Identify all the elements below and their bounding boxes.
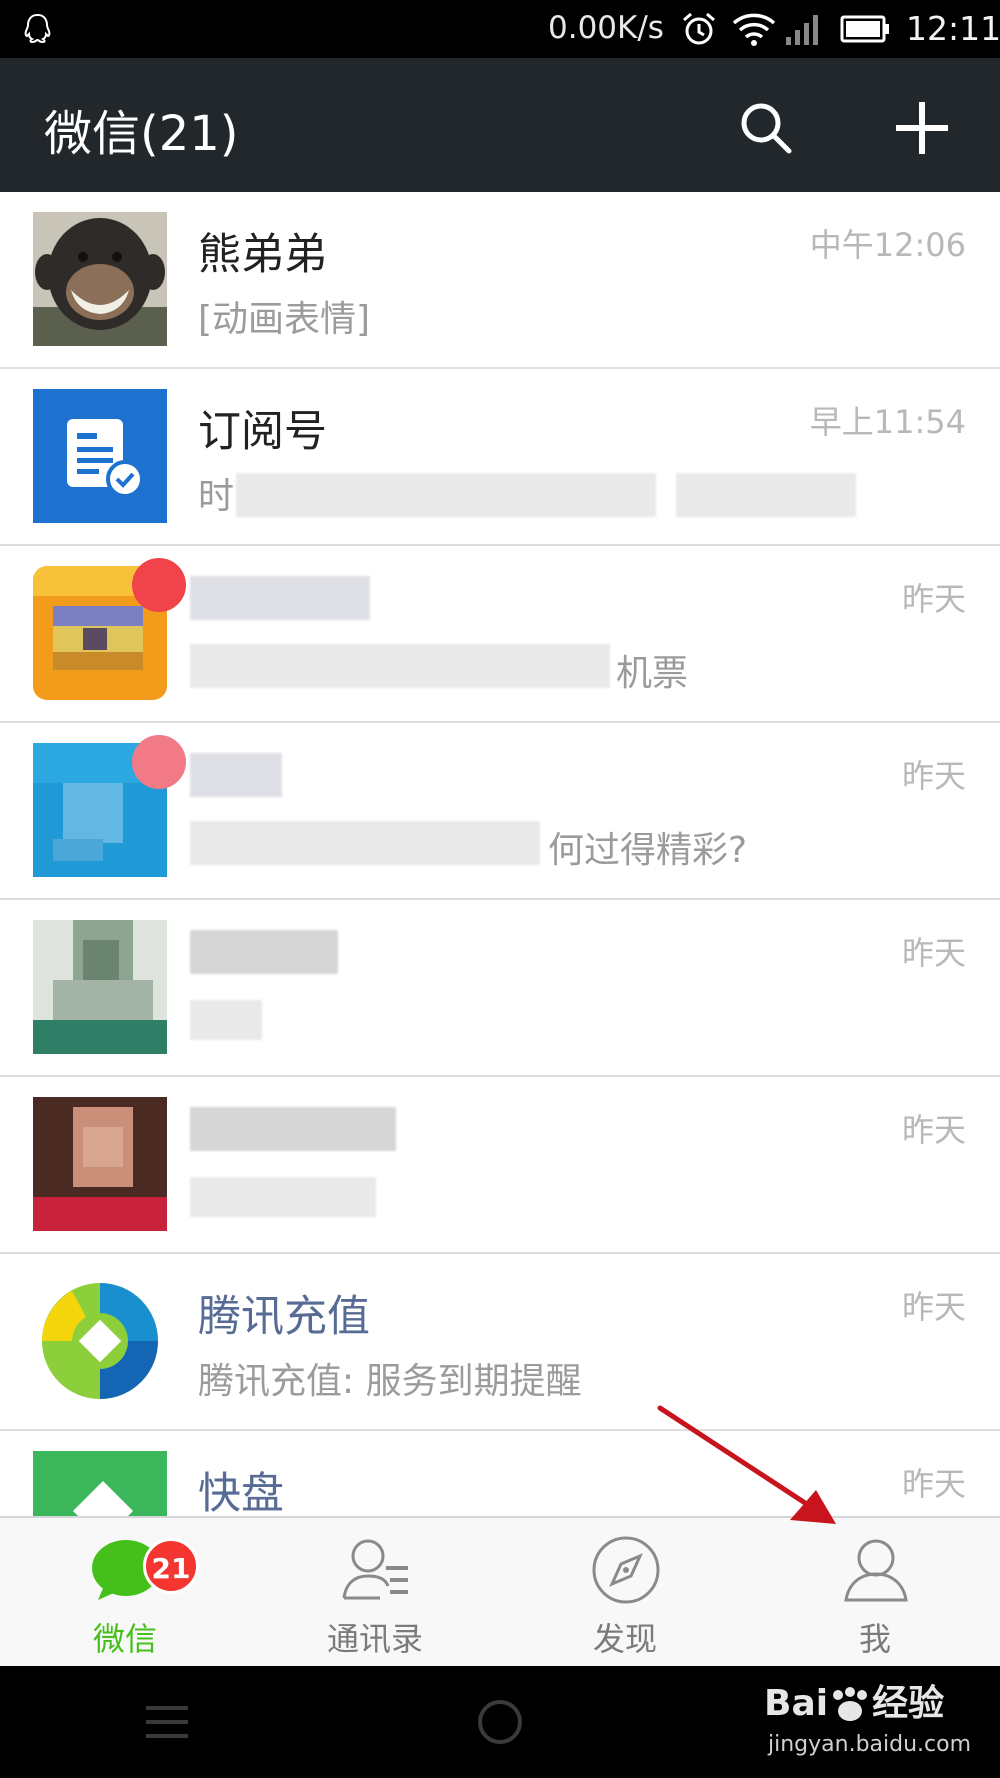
unread-dot xyxy=(132,735,186,789)
chat-item[interactable]: 何过得精彩? 昨天 xyxy=(0,723,1000,900)
chat-item[interactable]: 订阅号 时 早上11:54 xyxy=(0,369,1000,546)
chat-item[interactable]: 昨天 xyxy=(0,900,1000,1077)
paw-icon xyxy=(833,1687,868,1721)
chat-name: 订阅号 xyxy=(198,407,327,457)
redacted-text xyxy=(676,473,856,517)
tab-discover[interactable]: 发现 xyxy=(500,1518,750,1668)
chat-time: 昨天 xyxy=(901,1288,966,1326)
clock: 12:11 xyxy=(906,9,1000,48)
chat-preview: 腾讯充值: 服务到期提醒 xyxy=(198,1361,582,1402)
chat-preview: 何过得精彩? xyxy=(548,830,748,871)
tab-label: 通讯录 xyxy=(326,1620,423,1658)
qq-icon xyxy=(24,14,51,44)
kuaipan-logo xyxy=(33,1451,167,1516)
tab-me[interactable]: 我 xyxy=(750,1518,1000,1668)
watermark-url: jingyan.baidu.com xyxy=(768,1732,972,1757)
compass-icon xyxy=(592,1536,660,1604)
tab-wechat[interactable]: 21 微信 xyxy=(0,1518,250,1668)
subscription-icon xyxy=(33,389,167,523)
app-header: 微信(21) xyxy=(0,58,1000,192)
chat-item[interactable]: 快盘 昨天 xyxy=(0,1431,1000,1516)
chat-time: 昨天 xyxy=(901,1465,966,1503)
chat-time: 昨天 xyxy=(901,580,966,618)
chat-name: 快盘 xyxy=(198,1469,284,1516)
tencent-recharge-logo xyxy=(33,1274,167,1408)
chat-time: 早上11:54 xyxy=(809,403,966,441)
redacted-text xyxy=(190,1107,396,1151)
page-title: 微信(21) xyxy=(44,106,239,162)
chat-preview: 时 xyxy=(198,476,235,517)
plus-icon[interactable] xyxy=(892,98,952,158)
signal-icon xyxy=(786,15,818,45)
tab-label: 我 xyxy=(858,1620,891,1658)
tab-contacts[interactable]: 通讯录 xyxy=(250,1518,500,1668)
tab-label: 微信 xyxy=(92,1620,157,1658)
home-icon[interactable] xyxy=(478,1700,522,1744)
chat-item[interactable]: 机票 昨天 xyxy=(0,546,1000,723)
redacted-text xyxy=(190,644,610,688)
unread-dot xyxy=(132,558,186,612)
redacted-text xyxy=(190,1177,376,1217)
menu-icon[interactable] xyxy=(144,1702,190,1742)
tab-bar: 21 微信 通讯录 发现 我 xyxy=(0,1516,1000,1666)
contacts-icon xyxy=(342,1539,408,1600)
avatar xyxy=(33,212,167,346)
redacted-text xyxy=(190,753,282,797)
system-nav-bar: Bai 经验 jingyan.baidu.com xyxy=(0,1666,1000,1778)
redacted-text xyxy=(190,821,540,865)
unread-badge: 21 xyxy=(143,1538,199,1594)
redacted-text xyxy=(190,930,338,974)
tab-label: 发现 xyxy=(592,1620,657,1658)
chat-preview: [动画表情] xyxy=(198,299,371,340)
search-icon[interactable] xyxy=(738,100,794,156)
chat-name: 熊弟弟 xyxy=(198,230,327,280)
net-speed: 0.00K/s xyxy=(548,10,664,46)
chat-preview: 机票 xyxy=(616,653,689,694)
redacted-text xyxy=(236,473,656,517)
chat-item[interactable]: 昨天 xyxy=(0,1077,1000,1254)
battery-icon xyxy=(840,15,889,43)
status-bar: 0.00K/s 12:11 xyxy=(0,0,1000,58)
avatar xyxy=(33,1097,167,1231)
chat-name: 腾讯充值 xyxy=(198,1292,370,1342)
alarm-icon xyxy=(683,12,715,45)
redacted-text xyxy=(190,576,370,620)
redacted-text xyxy=(190,1000,262,1040)
chat-item[interactable]: 腾讯充值 腾讯充值: 服务到期提醒 昨天 xyxy=(0,1254,1000,1431)
chat-item[interactable]: 熊弟弟 [动画表情] 中午12:06 xyxy=(0,192,1000,369)
watermark-brand: Bai 经验 xyxy=(764,1683,945,1724)
chat-list: 熊弟弟 [动画表情] 中午12:06 订阅号 时 早上11:54 机票 昨天 何… xyxy=(0,192,1000,1516)
baidu-jingyan-watermark: Bai 经验 jingyan.baidu.com xyxy=(764,1674,994,1774)
chat-time: 昨天 xyxy=(901,934,966,972)
wifi-icon xyxy=(732,13,776,46)
chat-time: 中午12:06 xyxy=(809,226,966,264)
person-icon xyxy=(844,1539,908,1602)
chat-time: 昨天 xyxy=(901,1111,966,1149)
chat-time: 昨天 xyxy=(901,757,966,795)
avatar xyxy=(33,920,167,1054)
